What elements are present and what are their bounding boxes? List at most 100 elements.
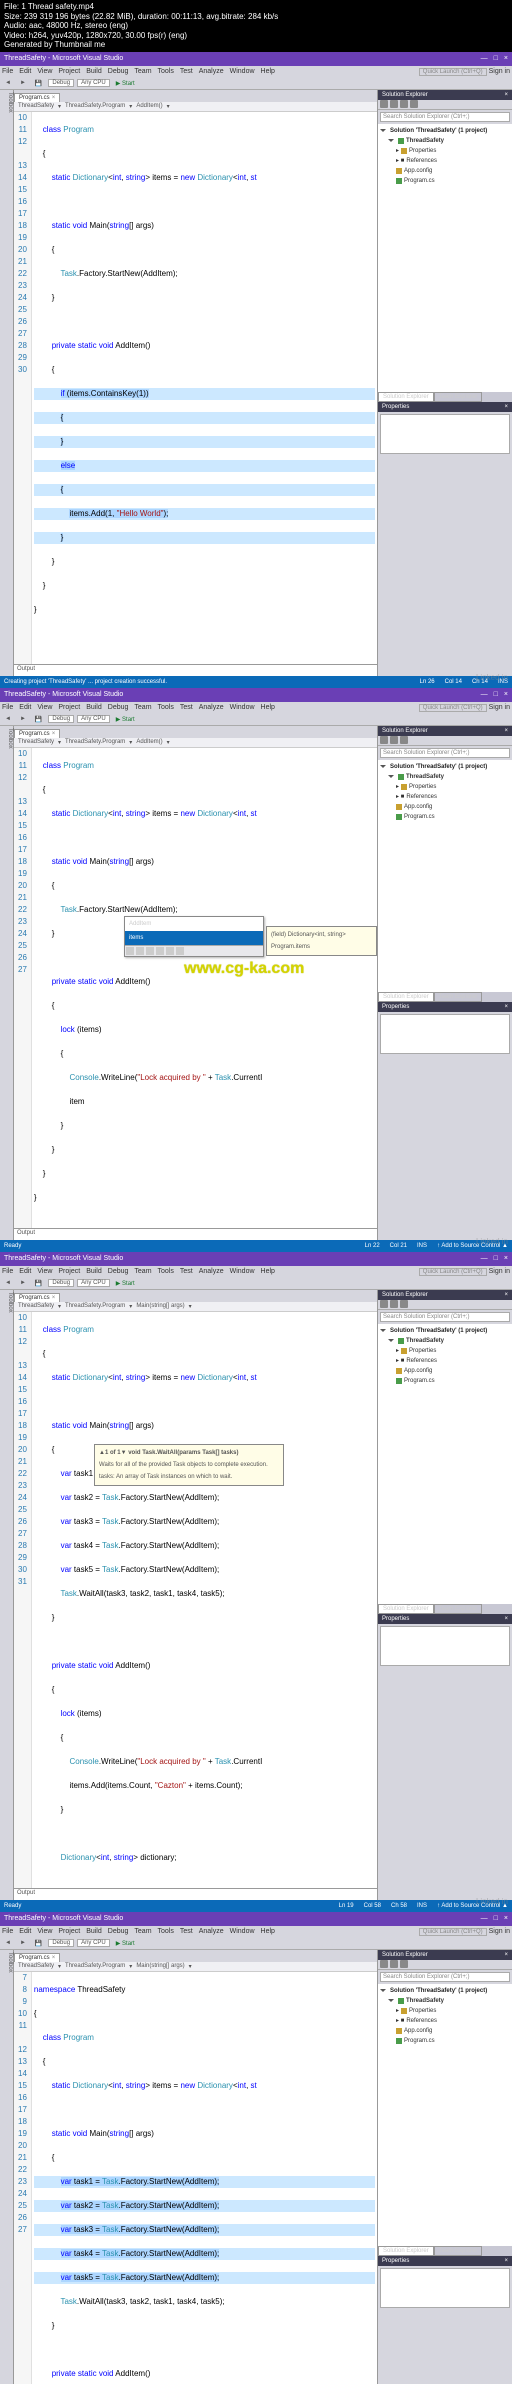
properties-node[interactable]: ▸ Properties — [380, 2006, 510, 2016]
panel-close-icon[interactable]: × — [504, 1952, 508, 1958]
platform-dropdown[interactable]: Any CPU — [77, 79, 110, 87]
properties-grid[interactable] — [380, 1014, 510, 1054]
tab-close-icon[interactable]: × — [52, 731, 56, 737]
start-button[interactable]: ▶ Start — [113, 715, 138, 724]
nav-back-icon[interactable]: ◄ — [2, 715, 14, 723]
expand-icon[interactable] — [388, 775, 394, 778]
window-controls[interactable]: —□× — [481, 55, 508, 62]
programcs-node[interactable]: Program.cs — [380, 2036, 510, 2046]
solexp-search-input[interactable]: Search Solution Explorer (Ctrl+;) — [380, 1312, 510, 1322]
showall-icon[interactable] — [400, 1300, 408, 1308]
menu-edit[interactable]: Edit — [19, 704, 31, 711]
titlebar[interactable]: ThreadSafety - Microsoft Visual Studio —… — [0, 1912, 512, 1926]
signin-link[interactable]: Sign in — [489, 1928, 510, 1935]
menu-file[interactable]: File — [2, 1928, 13, 1935]
bc-method[interactable]: AddItem() — [136, 103, 162, 109]
titlebar[interactable]: ThreadSafety - Microsoft Visual Studio —… — [0, 1252, 512, 1266]
close-icon[interactable]: × — [504, 1255, 508, 1262]
bc-method[interactable]: Main(string[] args) — [136, 1963, 184, 1969]
menu-debug[interactable]: Debug — [108, 704, 129, 711]
showall-icon[interactable] — [400, 736, 408, 744]
bc-namespace[interactable]: ThreadSafety — [18, 1303, 54, 1309]
menu-debug[interactable]: Debug — [108, 1268, 129, 1275]
start-button[interactable]: ▶ Start — [113, 1279, 138, 1288]
refresh-icon[interactable] — [390, 1300, 398, 1308]
code-source[interactable]: class Program { static Dictionary<int, s… — [32, 1312, 377, 1888]
expand-icon[interactable] — [380, 765, 386, 768]
properties-icon[interactable] — [410, 100, 418, 108]
filter-icon[interactable] — [136, 947, 144, 955]
menu-project[interactable]: Project — [58, 1268, 80, 1275]
teamexp-tab[interactable]: Team Explorer — [434, 1604, 483, 1614]
panel-close-icon[interactable]: × — [504, 1616, 508, 1622]
properties-grid[interactable] — [380, 414, 510, 454]
properties-grid[interactable] — [380, 1626, 510, 1666]
save-icon[interactable]: 💾 — [32, 1939, 45, 1948]
menu-edit[interactable]: Edit — [19, 68, 31, 75]
intelli-item-selected[interactable]: items — [125, 931, 263, 945]
project-node[interactable]: ThreadSafety — [380, 772, 510, 782]
config-dropdown[interactable]: Debug — [48, 79, 74, 87]
solexp-toolbar[interactable] — [378, 736, 512, 746]
filter-icon[interactable] — [166, 947, 174, 955]
menu-window[interactable]: Window — [230, 704, 255, 711]
menu-test[interactable]: Test — [180, 1928, 193, 1935]
menu-analyze[interactable]: Analyze — [199, 704, 224, 711]
tab-close-icon[interactable]: × — [52, 1295, 56, 1301]
solexp-header[interactable]: Solution Explorer× — [378, 1950, 512, 1960]
start-button[interactable]: ▶ Start — [113, 1939, 138, 1948]
references-node[interactable]: ▸ ■ References — [380, 792, 510, 802]
tab-program[interactable]: Program.cs × — [14, 729, 60, 738]
filter-icon[interactable] — [176, 947, 184, 955]
maximize-icon[interactable]: □ — [494, 691, 498, 698]
window-controls[interactable]: —□× — [481, 1255, 508, 1262]
solexp-search-input[interactable]: Search Solution Explorer (Ctrl+;) — [380, 748, 510, 758]
menu-analyze[interactable]: Analyze — [199, 68, 224, 75]
properties-header[interactable]: Properties× — [378, 1614, 512, 1624]
panel-close-icon[interactable]: × — [504, 92, 508, 98]
solexp-header[interactable]: Solution Explorer× — [378, 90, 512, 100]
menu-help[interactable]: Help — [261, 68, 275, 75]
nav-fwd-icon[interactable]: ► — [17, 1279, 29, 1287]
expand-icon[interactable] — [380, 1989, 386, 1992]
menu-view[interactable]: View — [37, 68, 52, 75]
menu-test[interactable]: Test — [180, 68, 193, 75]
solution-tree[interactable]: Solution 'ThreadSafety' (1 project) Thre… — [378, 1324, 512, 1604]
refresh-icon[interactable] — [390, 100, 398, 108]
filter-icon[interactable] — [146, 947, 154, 955]
menu-team[interactable]: Team — [134, 1928, 151, 1935]
solexp-toolbar[interactable] — [378, 1960, 512, 1970]
appconfig-node[interactable]: App.config — [380, 166, 510, 176]
maximize-icon[interactable]: □ — [494, 55, 498, 62]
solution-tree[interactable]: Solution 'ThreadSafety' (1 project) Thre… — [378, 760, 512, 992]
filter-icon[interactable] — [156, 947, 164, 955]
properties-node[interactable]: ▸ Properties — [380, 146, 510, 156]
intelli-filter-bar[interactable] — [125, 945, 263, 956]
panel-close-icon[interactable]: × — [504, 728, 508, 734]
menu-view[interactable]: View — [37, 1268, 52, 1275]
minimize-icon[interactable]: — — [481, 55, 488, 62]
bc-namespace[interactable]: ThreadSafety — [18, 1963, 54, 1969]
home-icon[interactable] — [380, 1960, 388, 1968]
signin-link[interactable]: Sign in — [489, 68, 510, 75]
filter-icon[interactable] — [126, 947, 134, 955]
project-node[interactable]: ThreadSafety — [380, 1336, 510, 1346]
menu-test[interactable]: Test — [180, 1268, 193, 1275]
menu-tools[interactable]: Tools — [158, 1268, 174, 1275]
programcs-node[interactable]: Program.cs — [380, 812, 510, 822]
solexp-toolbar[interactable] — [378, 1300, 512, 1310]
quick-launch-input[interactable]: Quick Launch (Ctrl+Q) — [419, 704, 487, 712]
menu-window[interactable]: Window — [230, 68, 255, 75]
titlebar[interactable]: ThreadSafety - Microsoft Visual Studio —… — [0, 688, 512, 702]
solution-node[interactable]: Solution 'ThreadSafety' (1 project) — [380, 762, 510, 772]
titlebar[interactable]: ThreadSafety - Microsoft Visual Studio —… — [0, 52, 512, 66]
showall-icon[interactable] — [400, 1960, 408, 1968]
menu-edit[interactable]: Edit — [19, 1928, 31, 1935]
menu-team[interactable]: Team — [134, 1268, 151, 1275]
code-editor[interactable]: 1011121314151617181920212223242526272829… — [14, 1312, 377, 1888]
menu-file[interactable]: File — [2, 68, 13, 75]
solution-tree[interactable]: Solution 'ThreadSafety' (1 project) Thre… — [378, 1984, 512, 2246]
programcs-node[interactable]: Program.cs — [380, 1376, 510, 1386]
bc-class[interactable]: ThreadSafety.Program — [65, 1303, 125, 1309]
nav-fwd-icon[interactable]: ► — [17, 1939, 29, 1947]
